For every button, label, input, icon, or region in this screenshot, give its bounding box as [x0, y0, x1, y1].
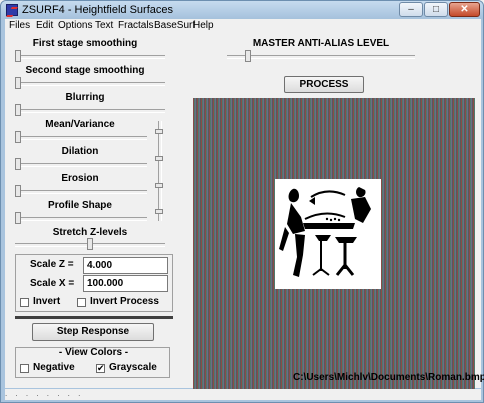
scale-group: Scale Z = 4.000 Scale X = 100.000 Invert…	[15, 254, 173, 312]
slider-thumb[interactable]	[15, 50, 21, 62]
profile-shape-slider[interactable]	[15, 212, 147, 224]
status-bar: . . . . . . . .	[5, 389, 481, 400]
slider-thumb[interactable]	[15, 185, 21, 197]
source-image	[275, 179, 381, 289]
minimize-button[interactable]: –	[399, 2, 423, 17]
menu-text[interactable]: Text	[95, 20, 113, 31]
negative-checkbox[interactable]	[20, 364, 29, 373]
step-response-button[interactable]: Step Response	[32, 323, 154, 341]
process-button[interactable]: PROCESS	[284, 76, 364, 93]
slider-thumb[interactable]	[15, 104, 21, 116]
close-button[interactable]: ✕	[449, 2, 480, 17]
scale-x-field[interactable]: 100.000	[83, 275, 168, 292]
invert-process-checkbox[interactable]	[77, 298, 86, 307]
menu-help[interactable]: Help	[193, 20, 214, 31]
profile-shape-label: Profile Shape	[48, 200, 112, 211]
menu-edit[interactable]: Edit	[36, 20, 53, 31]
title-bar: ZSURF4 - Heightfield Surfaces – □ ✕	[1, 1, 483, 19]
erosion-label: Erosion	[61, 173, 99, 184]
invert-process-label: Invert Process	[90, 296, 159, 307]
window-title: ZSURF4 - Heightfield Surfaces	[22, 4, 173, 16]
dilation-label: Dilation	[61, 146, 99, 157]
mean-variance-label: Mean/Variance	[45, 119, 115, 130]
scale-z-field[interactable]: 4.000	[83, 257, 168, 274]
vertical-slider-column	[155, 121, 163, 221]
vertical-slider-thumb[interactable]	[155, 183, 163, 188]
roman-drawing-image	[279, 187, 371, 277]
slider-thumb[interactable]	[15, 131, 21, 143]
mean-variance-slider[interactable]	[15, 131, 147, 143]
menu-bar: Files Edit Options Text Fractals BaseSur…	[5, 19, 481, 33]
stretch-z-levels-label: Stretch Z-levels	[52, 227, 128, 238]
dilation-slider[interactable]	[15, 158, 147, 170]
erosion-slider[interactable]	[15, 185, 147, 197]
blurring-label: Blurring	[65, 92, 105, 103]
second-stage-smoothing-slider[interactable]	[15, 77, 165, 89]
menu-fractals[interactable]: Fractals	[118, 20, 154, 31]
maximize-button[interactable]: □	[424, 2, 448, 17]
menu-files[interactable]: Files	[9, 20, 30, 31]
menu-basesurf[interactable]: BaseSurf	[154, 20, 195, 31]
invert-label: Invert	[33, 296, 61, 307]
menu-options[interactable]: Options	[58, 20, 92, 31]
view-colors-group: - View Colors - Negative ✔ Grayscale	[15, 347, 170, 378]
slider-thumb[interactable]	[245, 50, 251, 62]
file-path-label: C:\Users\Michlv\Documents\Roman.bmp	[293, 372, 484, 383]
second-stage-smoothing-label: Second stage smoothing	[25, 65, 145, 76]
slider-thumb[interactable]	[15, 212, 21, 224]
master-anti-alias-label: MASTER ANTI-ALIAS LEVEL	[252, 38, 390, 49]
vertical-slider-thumb[interactable]	[155, 129, 163, 134]
slider-thumb[interactable]	[15, 158, 21, 170]
negative-label: Negative	[33, 362, 75, 373]
slider-thumb[interactable]	[15, 77, 21, 89]
grayscale-checkbox[interactable]: ✔	[96, 364, 105, 373]
app-icon	[6, 4, 18, 16]
first-stage-smoothing-slider[interactable]	[15, 50, 165, 62]
vertical-slider-thumb[interactable]	[155, 156, 163, 161]
scale-z-label: Scale Z =	[30, 259, 74, 270]
app-window: ZSURF4 - Heightfield Surfaces – □ ✕ File…	[0, 0, 484, 403]
view-colors-label: - View Colors -	[58, 347, 129, 358]
scale-x-label: Scale X =	[30, 278, 75, 289]
client-area: First stage smoothing Second stage smoot…	[5, 33, 484, 397]
grayscale-label: Grayscale	[109, 362, 157, 373]
slider-thumb[interactable]	[87, 238, 93, 250]
invert-checkbox[interactable]	[20, 298, 29, 307]
master-anti-alias-slider[interactable]	[227, 50, 415, 62]
separator	[15, 316, 173, 319]
surface-preview[interactable]	[193, 98, 475, 397]
first-stage-smoothing-label: First stage smoothing	[32, 38, 138, 49]
stretch-z-levels-slider[interactable]	[15, 238, 165, 250]
blurring-slider[interactable]	[15, 104, 165, 116]
vertical-slider-thumb[interactable]	[155, 209, 163, 214]
